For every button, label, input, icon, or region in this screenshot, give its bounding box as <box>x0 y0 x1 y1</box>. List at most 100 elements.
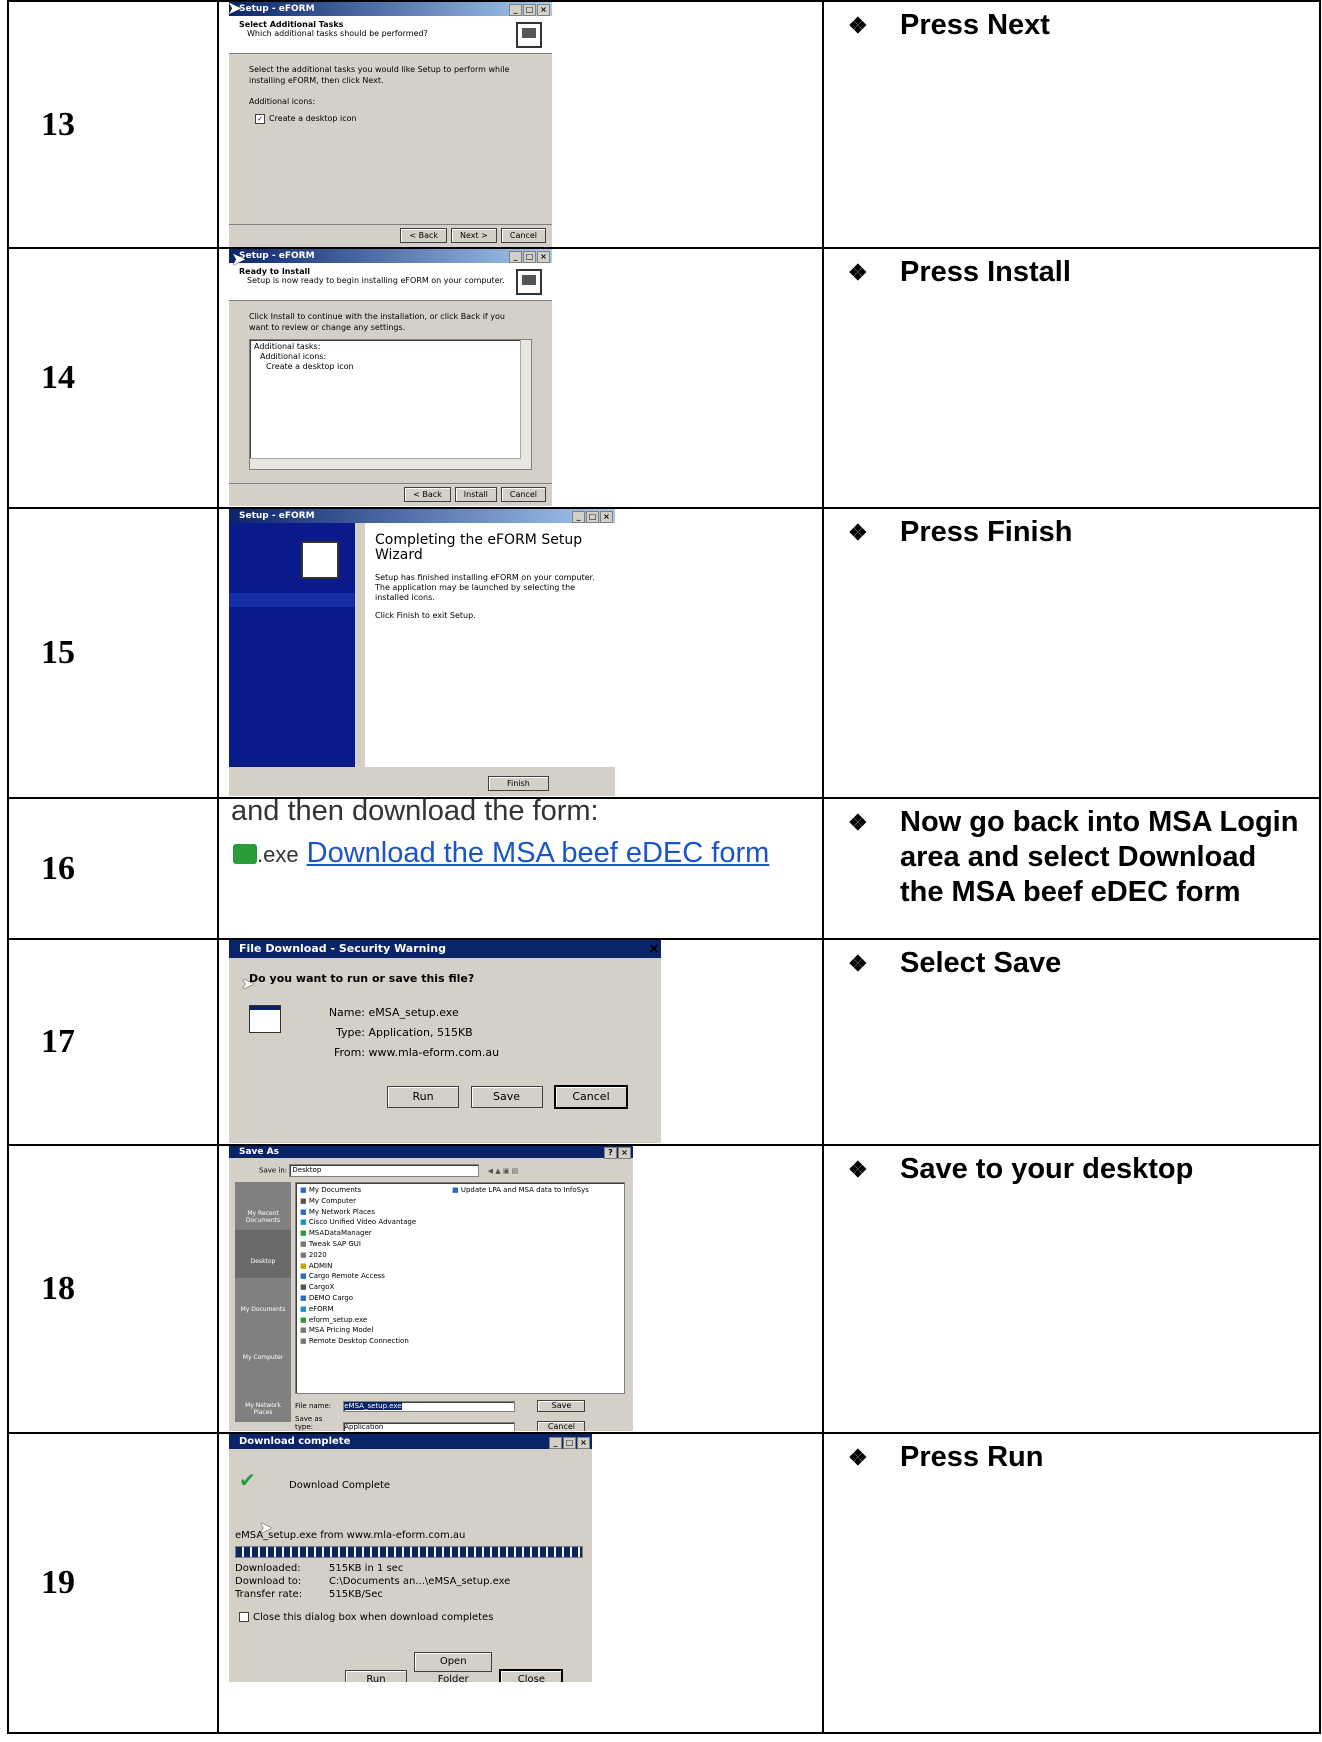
save-type-dropdown[interactable]: Application <box>343 1421 516 1431</box>
close-button[interactable]: × <box>537 251 550 263</box>
save-button[interactable]: Save <box>470 1086 543 1108</box>
list-item[interactable]: ■ eFORM <box>300 1304 416 1315</box>
instruction-cell: ❖ Press Run <box>822 1432 1321 1734</box>
list-item[interactable]: ■ Update LPA and MSA data to InfoSys <box>452 1185 589 1196</box>
file-list-column: ■ My Documents ■ My Computer ■ My Network … <box>300 1185 416 1347</box>
wizard-heading: Select Additional Tasks <box>239 20 344 29</box>
step-number-cell: 19 <box>7 1432 219 1734</box>
step-row: 18 Save As? × Save in: Desktop ◀ ▲ ▣ ▤ My… <box>7 1144 1321 1434</box>
setup-dialog-tasks: Setup - eFORM _ □ × Select Additional Tasks… <box>229 2 552 247</box>
close-button[interactable]: × <box>577 1437 590 1449</box>
vertical-scrollbar[interactable] <box>520 340 531 469</box>
install-button[interactable]: Install <box>454 487 497 502</box>
folder-nav-icons[interactable]: ◀ ▲ ▣ ▤ <box>488 1167 538 1175</box>
run-button[interactable]: Run <box>387 1086 459 1108</box>
save-button[interactable]: Save <box>537 1400 586 1412</box>
instruction-text: Press Next <box>900 9 1050 41</box>
desktop-icon-checkbox[interactable]: ✓ <box>255 113 265 124</box>
cancel-button[interactable]: Cancel <box>500 228 546 243</box>
list-item[interactable]: ■ My Computer <box>300 1196 416 1207</box>
close-button[interactable]: × <box>618 1147 631 1159</box>
minimize-button[interactable]: _ <box>509 251 522 263</box>
list-item[interactable]: ■ Cisco Unified Video Advantage <box>300 1217 416 1228</box>
list-item[interactable]: ■ CargoX <box>300 1282 416 1293</box>
minimize-button[interactable]: _ <box>509 4 522 16</box>
cancel-button[interactable]: Cancel <box>537 1421 586 1431</box>
place-my-documents[interactable]: My Documents <box>235 1278 291 1326</box>
maximize-button[interactable]: □ <box>586 511 599 523</box>
close-button[interactable]: × <box>537 4 550 16</box>
back-button[interactable]: < Back <box>400 228 447 243</box>
file-extension: .exe <box>257 842 299 867</box>
download-form-link[interactable]: Download the MSA beef eDEC form <box>307 837 770 869</box>
next-button[interactable]: Next > <box>451 228 497 243</box>
instruction-text: Press Run <box>900 1441 1044 1473</box>
step-number-cell: 13 <box>7 0 219 249</box>
memo-line: Create a desktop icon <box>266 362 354 371</box>
back-button[interactable]: < Back <box>404 487 451 502</box>
question-text: Do you want to run or save this file? <box>249 972 475 985</box>
maximize-button[interactable]: □ <box>523 4 536 16</box>
list-item[interactable]: ■ eform_setup.exe <box>300 1315 416 1326</box>
place-recent[interactable]: My Recent Documents <box>235 1182 291 1230</box>
file-icon: ■ <box>300 1218 309 1227</box>
step-number: 13 <box>41 105 75 143</box>
list-item[interactable]: ■ My Documents <box>300 1185 416 1196</box>
instruction-text: Now go back into MSA Login area and sele… <box>900 806 1299 908</box>
help-button[interactable]: ? <box>604 1147 617 1159</box>
group-label: Additional icons: <box>249 97 316 106</box>
cancel-button[interactable]: Cancel <box>554 1085 628 1109</box>
file-icon: ■ <box>300 1326 309 1335</box>
settings-memo[interactable]: Additional tasks: Additional icons: Crea… <box>249 339 532 470</box>
screenshot-cell: Setup - eFORM _ □ × Completing the eFORM Se… <box>217 507 824 799</box>
step-row: 16 and then download the form: .exe Down… <box>7 797 1321 940</box>
instruction-cell: ❖ Select Save <box>822 938 1321 1146</box>
cancel-button[interactable]: Cancel <box>500 487 546 502</box>
save-in-dropdown[interactable]: Desktop <box>289 1164 480 1177</box>
bullet-icon: ❖ <box>848 260 868 285</box>
list-item[interactable]: ■ DEMO Cargo <box>300 1293 416 1304</box>
place-desktop[interactable]: Desktop <box>235 1230 291 1278</box>
place-my-computer[interactable]: My Computer <box>235 1326 291 1374</box>
close-button[interactable]: × <box>648 942 660 956</box>
horizontal-scrollbar[interactable] <box>250 458 521 469</box>
run-button[interactable]: Run <box>345 1670 407 1682</box>
file-name-input[interactable]: eMSA_setup.exe <box>343 1400 516 1412</box>
wizard-heading: Ready to Install <box>239 267 310 276</box>
maximize-button[interactable]: □ <box>563 1437 576 1449</box>
file-name-value: eMSA_setup.exe <box>344 1401 402 1410</box>
bullet-icon: ❖ <box>848 1445 868 1470</box>
close-button[interactable]: × <box>600 511 613 523</box>
file-icon: ■ <box>300 1293 309 1302</box>
list-item[interactable]: ■ My Network Places <box>300 1207 416 1218</box>
list-item[interactable]: ■ Remote Desktop Connection <box>300 1336 416 1347</box>
name-label: Name: <box>328 1006 365 1019</box>
list-item[interactable]: ■ Cargo Remote Access <box>300 1271 416 1282</box>
download-heading: Download Complete <box>289 1480 391 1491</box>
screenshot-cell: Save As? × Save in: Desktop ◀ ▲ ▣ ▤ My Re… <box>217 1144 824 1434</box>
file-icon: ■ <box>300 1283 309 1292</box>
close-dialog-button[interactable]: Close <box>499 1669 564 1682</box>
list-item[interactable]: ■ MSA Pricing Model <box>300 1325 416 1336</box>
minimize-button[interactable]: _ <box>549 1437 562 1449</box>
list-item[interactable]: ■ Tweak SAP GUI <box>300 1239 416 1250</box>
minimize-button[interactable]: _ <box>572 511 585 523</box>
step-number: 14 <box>41 359 75 396</box>
list-item[interactable]: ■ MSADataManager <box>300 1228 416 1239</box>
close-when-done-checkbox[interactable] <box>239 1612 249 1622</box>
cursor-icon: ➤ <box>227 0 243 18</box>
instruction-text: Save to your desktop <box>900 1153 1194 1185</box>
maximize-button[interactable]: □ <box>523 251 536 263</box>
open-folder-button[interactable]: Open Folder <box>414 1652 493 1682</box>
finish-button[interactable]: Finish <box>488 776 549 791</box>
list-item[interactable]: ■ ADMIN <box>300 1261 416 1272</box>
file-type: Application, 515KB <box>368 1026 473 1039</box>
wizard-body-text: Click Finish to exit Setup. <box>375 611 476 620</box>
file-name-label: File name: <box>295 1402 332 1410</box>
file-list[interactable]: ■ My Documents ■ My Computer ■ My Network … <box>295 1182 625 1394</box>
place-network[interactable]: My Network Places <box>235 1374 291 1422</box>
download-check-icon: ✔ <box>239 1468 256 1492</box>
bullet-icon: ❖ <box>848 810 868 835</box>
list-item[interactable]: ■ 2020 <box>300 1250 416 1261</box>
instruction-cell: ❖ Press Finish <box>822 507 1321 799</box>
